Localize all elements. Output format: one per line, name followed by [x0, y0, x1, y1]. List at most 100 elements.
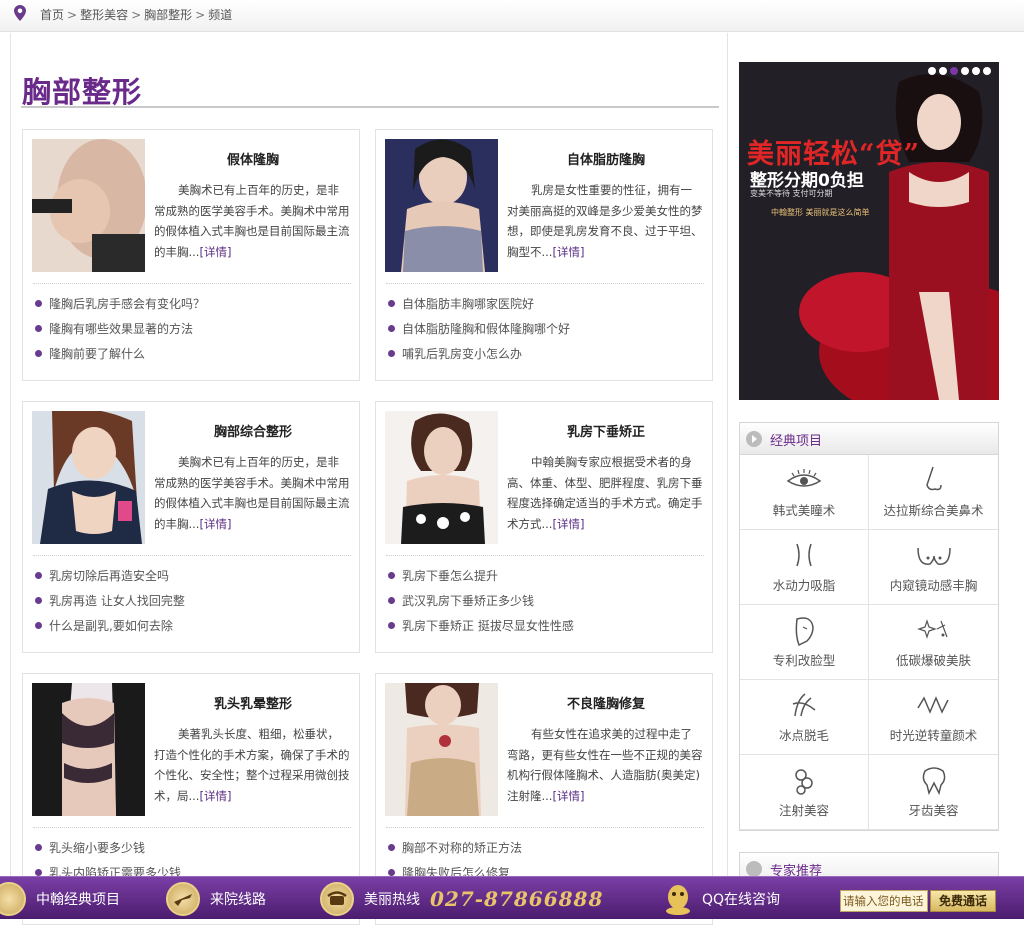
- card-title[interactable]: 胸部综合整形: [153, 421, 353, 440]
- location-pin-icon: [14, 5, 26, 21]
- waist-icon: [796, 543, 812, 567]
- bullet-icon: [35, 572, 42, 579]
- card-description: 美著乳头长度、粗细，松垂状，打造个性化的手术方案，确保了手术的个性化、安全性；整…: [154, 727, 350, 803]
- list-item[interactable]: 隆胸前要了解什么: [35, 344, 205, 369]
- project-tile[interactable]: 内窥镜动感丰胸: [869, 530, 998, 605]
- carousel-dot[interactable]: [961, 67, 969, 75]
- list-item[interactable]: 胸部不对称的矫正方法: [388, 838, 522, 863]
- arrow-circle-icon: [746, 861, 762, 877]
- card-title[interactable]: 乳房下垂矫正: [506, 421, 706, 440]
- card-description: 美胸术已有上百年的历史，是非常成熟的医学美容手术。美胸术中常用的假体植入式丰胸也…: [154, 183, 350, 259]
- card-link-list: 隆胸后乳房手感会有变化吗？ 隆胸有哪些效果显著的方法 隆胸前要了解什么: [35, 294, 205, 369]
- bb-qq[interactable]: QQ在线咨询: [664, 882, 780, 916]
- breadcrumb-current: 频道: [208, 8, 233, 22]
- carousel-dot[interactable]: [939, 67, 947, 75]
- star-icon: [0, 882, 26, 916]
- card-title[interactable]: 不良隆胸修复: [506, 693, 706, 712]
- card-title[interactable]: 乳头乳晕整形: [153, 693, 353, 712]
- breadcrumb-breast[interactable]: 胸部整形: [144, 8, 192, 22]
- details-link[interactable]: [详情]: [199, 789, 231, 803]
- free-call-button[interactable]: 免费通话: [930, 890, 996, 912]
- card-photo[interactable]: [32, 139, 145, 272]
- dotted-divider: [33, 283, 351, 284]
- banner-image: [739, 62, 999, 400]
- airplane-icon: [166, 882, 200, 916]
- procedure-card: 假体隆胸 美胸术已有上百年的历史，是非常成熟的医学美容手术。美胸术中常用的假体植…: [22, 129, 360, 381]
- bullet-icon: [35, 325, 42, 332]
- hotline-number[interactable]: 027-87866888: [430, 887, 603, 911]
- breadcrumb-bar: 首页 > 整形美容 > 胸部整形 > 频道: [0, 0, 1024, 32]
- card-description: 中翰美胸专家应根据受术者的身高、体重、体型、肥胖程度、乳房下垂程度选择确定适当的…: [507, 455, 703, 531]
- card-photo[interactable]: [385, 411, 498, 544]
- dotted-divider: [386, 555, 704, 556]
- bullet-icon: [388, 597, 395, 604]
- breadcrumb: 首页 > 整形美容 > 胸部整形 > 频道: [40, 8, 233, 22]
- project-tile[interactable]: 专利改脸型: [740, 605, 869, 680]
- list-item[interactable]: 什么是副乳,要如何去除: [35, 616, 185, 641]
- details-link[interactable]: [详情]: [552, 517, 584, 531]
- dotted-divider: [33, 555, 351, 556]
- details-link[interactable]: [详情]: [199, 517, 231, 531]
- promo-banner[interactable]: 美丽轻松“贷” 整形分期0负担 变美不等待 支付可分期 中翰整形 美丽就是这么简…: [739, 62, 999, 400]
- carousel-dot[interactable]: [983, 67, 991, 75]
- arrow-circle-icon: [746, 431, 762, 447]
- list-item[interactable]: 自体脂肪丰胸哪家医院好: [388, 294, 570, 319]
- project-tile[interactable]: 注射美容: [740, 755, 869, 830]
- banner-small-text: 变美不等待 支付可分期: [750, 189, 833, 198]
- breadcrumb-cosmetic[interactable]: 整形美容: [80, 8, 128, 22]
- bb-route[interactable]: 来院线路: [166, 882, 266, 916]
- dotted-divider: [33, 827, 351, 828]
- eye-icon: [786, 469, 822, 487]
- project-tile[interactable]: 牙齿美容: [869, 755, 998, 830]
- project-tile[interactable]: 达拉斯综合美鼻术: [869, 455, 998, 530]
- procedure-card: 自体脂肪隆胸 乳房是女性重要的性征，拥有一对美丽高挺的双峰是多少爱美女性的梦想，…: [375, 129, 713, 381]
- bullet-icon: [35, 300, 42, 307]
- bb-classic-projects[interactable]: 中翰经典项目: [0, 882, 120, 916]
- main-content: 胸部整形 假体隆胸 美胸术已有上百年的历史，是非常成熟的医学美容手术。美胸术中常…: [10, 33, 728, 925]
- list-item[interactable]: 隆胸有哪些效果显著的方法: [35, 319, 205, 344]
- bullet-icon: [388, 572, 395, 579]
- bullet-icon: [35, 622, 42, 629]
- panel-title[interactable]: 经典项目: [770, 430, 822, 449]
- nose-icon: [925, 466, 942, 491]
- carousel-dots: [928, 67, 991, 75]
- list-item[interactable]: 乳房下垂矫正 挺拔尽显女性性感: [388, 616, 574, 641]
- list-item[interactable]: 哺乳后乳房变小怎么办: [388, 344, 570, 369]
- project-tile[interactable]: 冰点脱毛: [740, 680, 869, 755]
- list-item[interactable]: 乳房下垂怎么提升: [388, 566, 574, 591]
- list-item[interactable]: 隆胸后乳房手感会有变化吗？: [35, 294, 205, 319]
- card-description: 有些女性在追求美的过程中走了弯路，更有些女性在一些不正规的美容机构行假体隆胸术、…: [507, 727, 703, 803]
- phone-input[interactable]: 请输入您的电话: [840, 890, 928, 912]
- card-title[interactable]: 假体隆胸: [153, 149, 353, 168]
- details-link[interactable]: [详情]: [199, 245, 231, 259]
- carousel-dot[interactable]: [972, 67, 980, 75]
- list-item[interactable]: 自体脂肪隆胸和假体隆胸哪个好: [388, 319, 570, 344]
- breadcrumb-home[interactable]: 首页: [40, 8, 64, 22]
- project-tile[interactable]: 韩式美瞳术: [740, 455, 869, 530]
- card-photo[interactable]: [385, 139, 498, 272]
- list-item[interactable]: 乳房再造 让女人找回完整: [35, 591, 185, 616]
- list-item[interactable]: 武汉乳房下垂矫正多少钱: [388, 591, 574, 616]
- project-tile[interactable]: 时光逆转童颜术: [869, 680, 998, 755]
- bb-hotline[interactable]: 美丽热线 027-87866888: [320, 882, 603, 916]
- card-photo[interactable]: [32, 683, 145, 816]
- details-link[interactable]: [详情]: [552, 245, 584, 259]
- details-link[interactable]: [详情]: [552, 789, 584, 803]
- carousel-dot[interactable]: [928, 67, 936, 75]
- bottom-contact-bar: 中翰经典项目 来院线路 美丽热线 027-87866888 QQ在线咨询 请输入…: [0, 876, 1024, 919]
- card-link-list: 自体脂肪丰胸哪家医院好 自体脂肪隆胸和假体隆胸哪个好 哺乳后乳房变小怎么办: [388, 294, 570, 369]
- list-item[interactable]: 乳头缩小要多少钱: [35, 838, 181, 863]
- bullet-icon: [35, 844, 42, 851]
- card-photo[interactable]: [32, 411, 145, 544]
- carousel-dot-active[interactable]: [950, 67, 958, 75]
- project-tile[interactable]: 低碳爆破美肤: [869, 605, 998, 680]
- card-link-list: 乳房下垂怎么提升 武汉乳房下垂矫正多少钱 乳房下垂矫正 挺拔尽显女性性感: [388, 566, 574, 641]
- bullet-icon: [388, 844, 395, 851]
- face-icon: [795, 617, 814, 647]
- banner-brand-text: 中翰整形 美丽就是这么简单: [771, 208, 870, 217]
- list-item[interactable]: 乳房切除后再造安全吗: [35, 566, 185, 591]
- card-title[interactable]: 自体脂肪隆胸: [506, 149, 706, 168]
- bullet-icon: [35, 350, 42, 357]
- card-photo[interactable]: [385, 683, 498, 816]
- project-tile[interactable]: 水动力吸脂: [740, 530, 869, 605]
